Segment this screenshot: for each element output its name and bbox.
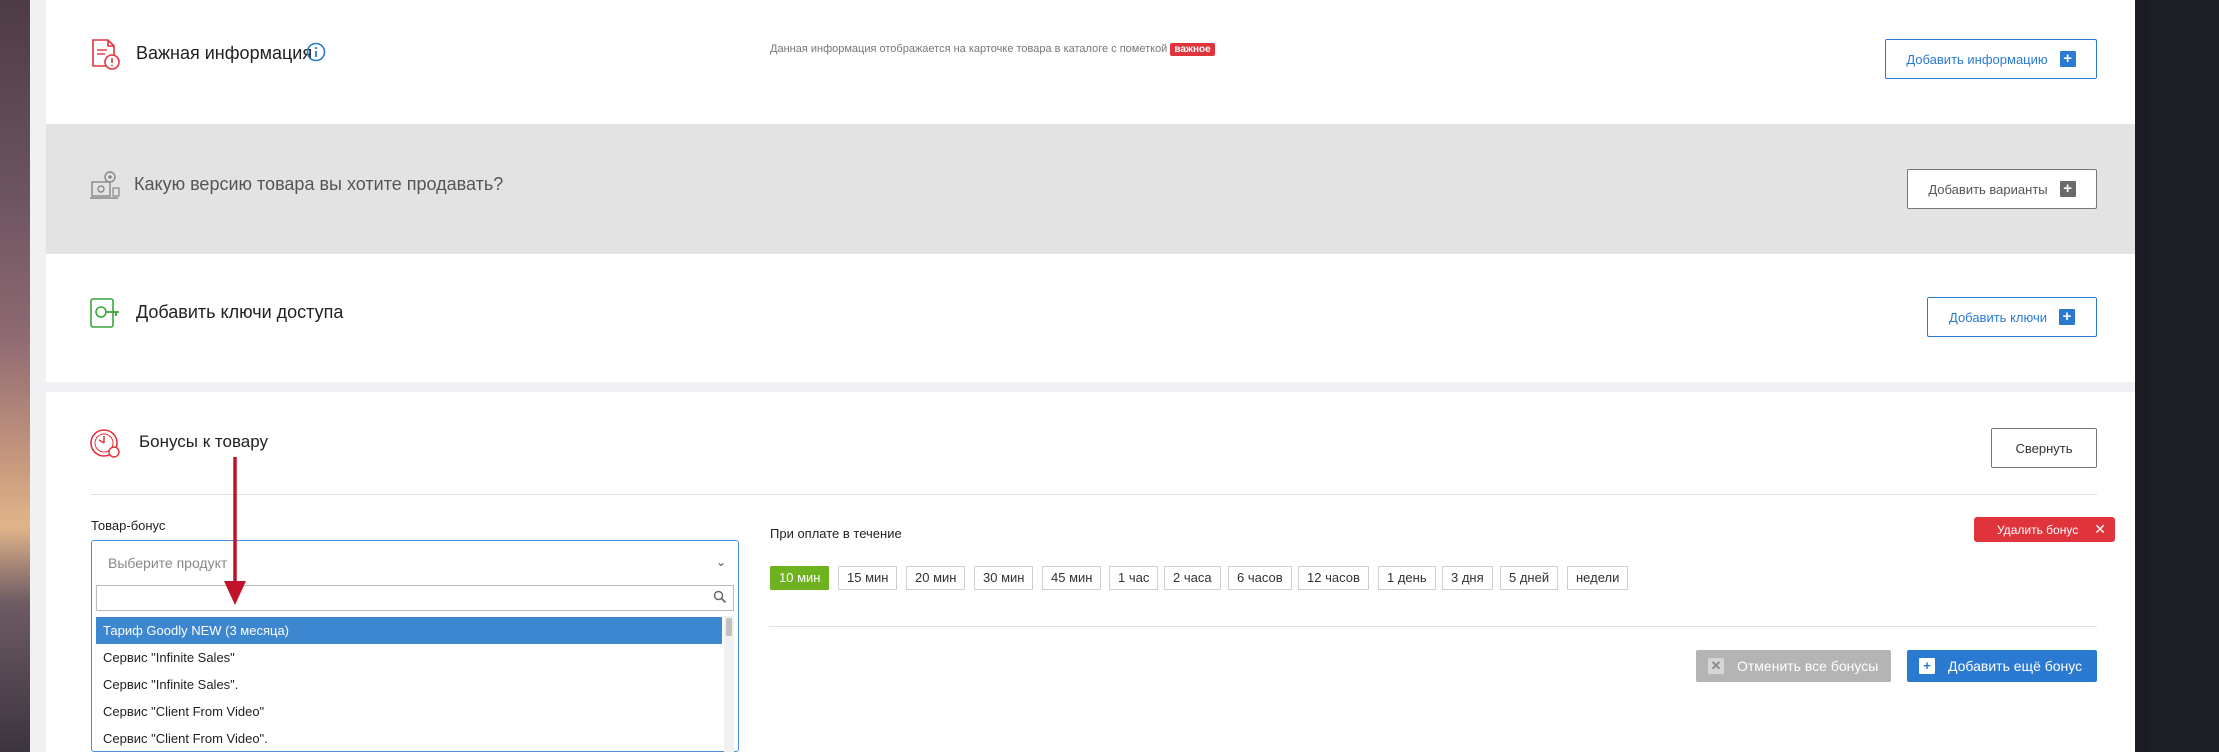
close-icon: ✕	[2094, 521, 2106, 537]
product-versions-section: Какую версию товара вы хотите продавать?…	[46, 124, 2135, 254]
time-option-12hours[interactable]: 12 часов	[1298, 566, 1369, 590]
add-variants-button[interactable]: Добавить варианты +	[1907, 169, 2097, 209]
dropdown-option[interactable]: Тариф Goodly NEW (3 месяца)	[96, 617, 722, 644]
collapse-button[interactable]: Свернуть	[1991, 428, 2097, 468]
info-icon[interactable]	[306, 42, 326, 62]
time-option-week[interactable]: недели	[1567, 566, 1629, 590]
time-option-15min[interactable]: 15 мин	[838, 566, 898, 590]
time-option-6hours[interactable]: 6 часов	[1228, 566, 1292, 590]
add-keys-button[interactable]: Добавить ключи +	[1927, 297, 2097, 337]
annotation-arrow	[224, 457, 246, 605]
time-option-5days[interactable]: 5 дней	[1500, 566, 1559, 590]
footer-divider	[769, 626, 2097, 627]
access-keys-section: Добавить ключи доступа Добавить ключи +	[46, 254, 2135, 382]
time-option-3days[interactable]: 3 дня	[1442, 566, 1493, 590]
add-more-label: Добавить ещё бонус	[1948, 658, 2083, 674]
access-keys-title: Добавить ключи доступа	[136, 302, 344, 322]
chevron-down-icon: ⌄	[715, 555, 726, 569]
dropdown-option[interactable]: Сервис "Client From Video"	[96, 698, 722, 725]
add-more-bonus-button[interactable]: + Добавить ещё бонус	[1907, 650, 2097, 682]
cancel-all-label: Отменить все бонусы	[1737, 658, 1879, 674]
dropdown-option[interactable]: Сервис "Infinite Sales"	[96, 644, 722, 671]
important-info-title: Важная информация	[136, 43, 313, 63]
time-option-1day[interactable]: 1 день	[1378, 566, 1436, 590]
product-edit-page: Важная информация Данная информация отоб…	[30, 0, 2135, 752]
dropdown-search-input[interactable]	[96, 585, 734, 611]
important-note-text: Данная информация отображается на карточ…	[770, 43, 1168, 55]
dropdown-option[interactable]: Сервис "Infinite Sales".	[96, 671, 722, 698]
section-divider	[91, 494, 2097, 495]
plus-icon: +	[2058, 309, 2075, 325]
bonus-product-select[interactable]: Выберите продукт ⌄ Тариф Goodly NEW (3 м…	[91, 540, 739, 752]
add-info-label: Добавить информацию	[1906, 51, 2048, 67]
desktop-wallpaper-right	[2150, 0, 2219, 752]
bonus-product-label: Товар-бонус	[91, 518, 166, 533]
collapse-label: Свернуть	[2015, 440, 2073, 456]
time-option-30min[interactable]: 30 мин	[974, 566, 1034, 590]
plus-icon: +	[2059, 51, 2076, 67]
time-option-10min[interactable]: 10 мин	[770, 566, 830, 590]
payment-window-label: При оплате в течение	[770, 526, 902, 541]
plus-icon: +	[2059, 181, 2076, 197]
important-info-note: Данная информация отображается на карточ…	[770, 43, 1215, 56]
important-badge: важное	[1170, 43, 1215, 56]
plus-icon: +	[1919, 658, 1935, 674]
search-icon	[713, 590, 727, 604]
dropdown-option[interactable]: Сервис "Client From Video".	[96, 725, 722, 752]
time-option-1hour[interactable]: 1 час	[1109, 566, 1159, 590]
document-alert-icon	[92, 39, 120, 70]
cancel-all-bonuses-button[interactable]: ✕ Отменить все бонусы	[1696, 650, 1891, 682]
important-info-section: Важная информация Данная информация отоб…	[46, 0, 2135, 124]
cancel-icon: ✕	[1708, 658, 1724, 674]
bonus-clock-icon	[90, 429, 120, 458]
add-info-button[interactable]: Добавить информацию +	[1885, 39, 2097, 79]
select-placeholder: Выберите продукт	[108, 555, 228, 571]
add-variants-label: Добавить варианты	[1928, 181, 2048, 197]
key-icon	[90, 298, 119, 328]
delete-bonus-label: Удалить бонус	[1997, 522, 2079, 537]
add-keys-label: Добавить ключи	[1949, 309, 2047, 325]
dropdown-scrollbar[interactable]	[724, 616, 734, 752]
time-option-2hours[interactable]: 2 часа	[1164, 566, 1221, 590]
time-option-20min[interactable]: 20 мин	[906, 566, 966, 590]
product-config-icon	[90, 171, 120, 199]
bonuses-title: Бонусы к товару	[139, 432, 269, 451]
time-option-45min[interactable]: 45 мин	[1042, 566, 1102, 590]
versions-title: Какую версию товара вы хотите продавать?	[134, 174, 504, 194]
scrollbar-thumb[interactable]	[726, 618, 732, 636]
delete-bonus-button[interactable]: Удалить бонус ✕	[1974, 517, 2115, 542]
